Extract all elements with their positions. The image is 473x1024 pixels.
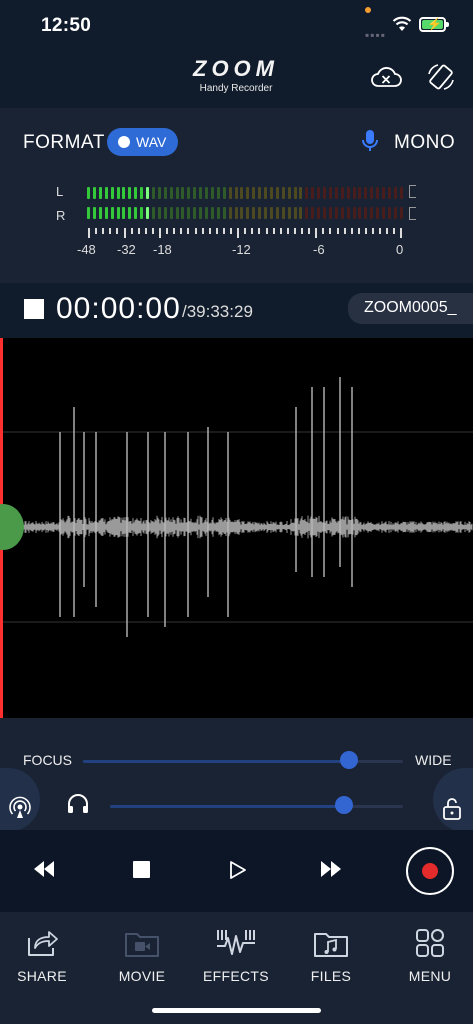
meter-channel-left: L (56, 184, 64, 199)
meter-scale-label: -6 (313, 242, 325, 257)
meter-channel-right: R (56, 208, 66, 223)
tab-files[interactable]: FILES (291, 922, 371, 984)
tab-menu[interactable]: MENU (390, 922, 470, 984)
zoom-logo: ZOOM Handy Recorder (180, 58, 292, 95)
focus-label: FOCUS (23, 752, 72, 768)
file-format-toggle[interactable]: WAV (107, 128, 178, 156)
focus-wide-slider-thumb[interactable] (339, 751, 358, 769)
wide-label: WIDE (415, 752, 452, 768)
headphones-icon (68, 794, 88, 813)
battery-icon: ⚡ (419, 17, 449, 32)
record-button[interactable] (406, 847, 454, 895)
effects-icon (217, 930, 255, 955)
channel-mode[interactable]: MONO (394, 132, 455, 154)
unlock-icon (443, 798, 461, 820)
cloud-icon[interactable] (370, 64, 402, 90)
tab-effects[interactable]: EFFECTS (196, 922, 276, 984)
elapsed-time: 00:00:00 (56, 292, 181, 325)
stop-icon[interactable] (133, 861, 150, 878)
time-bar: 00:00:00 /39:33:29 ZOOM0005_ (0, 283, 473, 338)
tab-movie[interactable]: MOVIE (102, 922, 182, 984)
stop-indicator-icon (24, 299, 44, 319)
waveform-graphic (0, 377, 473, 637)
volume-slider-thumb[interactable] (335, 796, 354, 814)
share-icon (28, 931, 58, 956)
rewind-icon[interactable] (32, 860, 56, 878)
peak-indicator-right (409, 207, 416, 220)
app-subtitle: Handy Recorder (199, 83, 273, 94)
remaining-time: /39:33:29 (182, 302, 253, 321)
files-icon (314, 933, 348, 957)
waveform-display[interactable] (0, 338, 473, 718)
play-icon[interactable] (229, 860, 247, 880)
volume-slider-track[interactable] (110, 805, 403, 808)
movie-icon (125, 933, 159, 957)
filename-button[interactable]: ZOOM0005_ (348, 293, 473, 324)
meter-scale-label: -48 (77, 242, 96, 257)
record-icon (422, 863, 438, 879)
format-label: FORMAT (23, 132, 105, 153)
home-indicator (152, 1008, 321, 1013)
tab-label: FILES (310, 968, 352, 984)
file-format-label: WAV (136, 134, 167, 150)
fast-forward-icon[interactable] (319, 860, 343, 878)
tab-label: EFFECTS (203, 968, 269, 984)
meter-scale-label: -32 (117, 242, 136, 257)
monitor-button[interactable] (0, 768, 40, 832)
meter-scale-label: -18 (153, 242, 172, 257)
level-meter-right (87, 207, 407, 219)
app-header: ZOOM Handy Recorder (0, 50, 473, 108)
meter-scale-label: 0 (396, 242, 404, 257)
level-meter-left (87, 187, 407, 199)
meter-scale-ticks (88, 228, 406, 238)
slider-panel: FOCUS WIDE (0, 718, 473, 832)
status-time: 12:50 (41, 15, 92, 36)
status-bar: 12:50 ▪▪▪▪ ⚡ (0, 0, 473, 50)
rotate-lock-icon[interactable] (426, 62, 456, 92)
cellular-signal-icon: ▪▪▪▪ (365, 28, 387, 42)
lock-button[interactable] (433, 768, 473, 832)
transport-controls (0, 830, 473, 912)
menu-icon (416, 929, 444, 957)
broadcast-icon (9, 796, 31, 818)
tab-share[interactable]: SHARE (2, 922, 82, 984)
tab-label: MOVIE (118, 968, 166, 984)
filename-label: ZOOM0005_ (364, 299, 457, 316)
tab-label: MENU (408, 968, 452, 984)
toggle-knob (118, 136, 130, 148)
mic-in-use-indicator (365, 7, 371, 13)
microphone-icon[interactable] (361, 129, 379, 153)
wifi-icon (392, 16, 412, 31)
tab-label: SHARE (17, 968, 67, 984)
peak-indicator-left (409, 185, 416, 198)
meter-scale-label: -12 (232, 242, 251, 257)
